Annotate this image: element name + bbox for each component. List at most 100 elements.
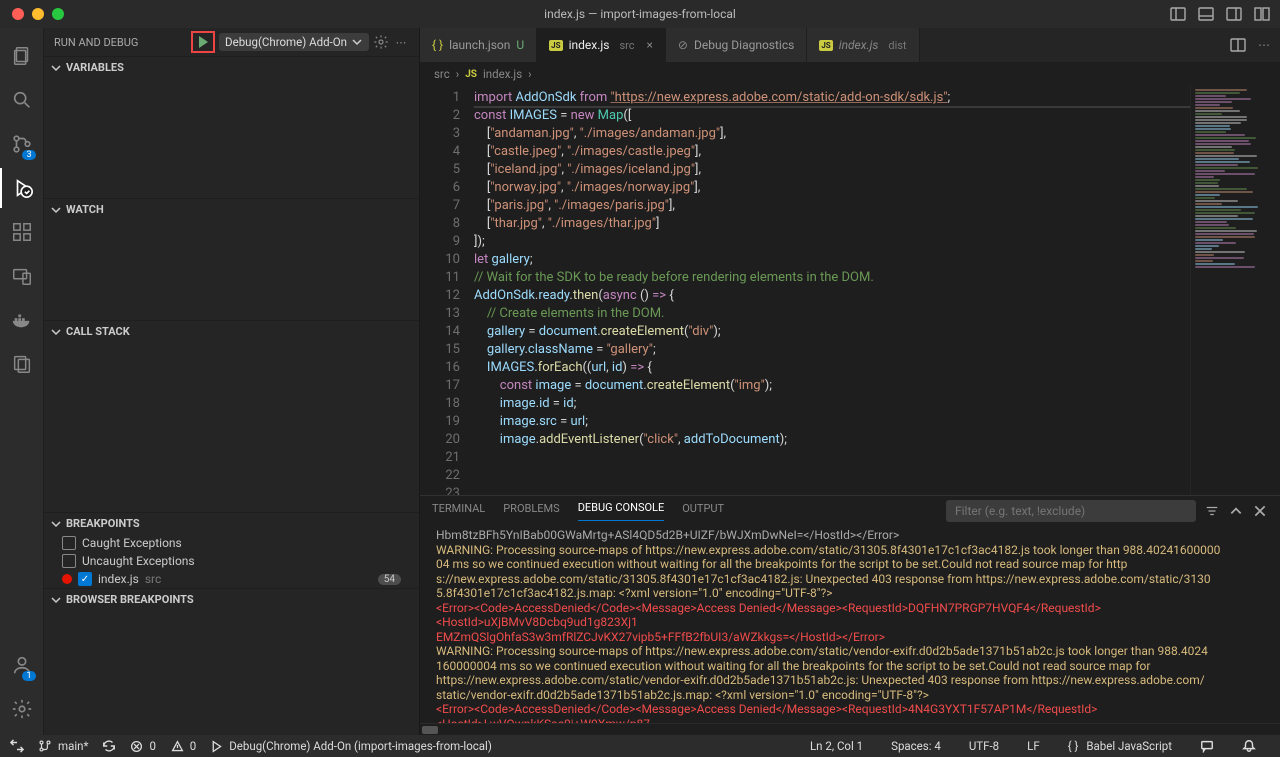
status-eol[interactable]: LF	[1027, 739, 1040, 753]
tab-problems[interactable]: PROBLEMS	[503, 502, 559, 521]
callstack-section[interactable]: CALL STACK	[44, 320, 419, 342]
debug-config-select[interactable]: Debug(Chrome) Add-On	[219, 33, 369, 51]
code-editor[interactable]: 123456789101112131415161718192021222324 …	[420, 85, 1280, 495]
ellipsis-icon[interactable]: ⋯	[393, 34, 409, 50]
status-debug-config[interactable]: Debug(Chrome) Add-On (import-images-from…	[210, 739, 492, 753]
title-bar-actions	[1170, 6, 1270, 22]
maximize-window-icon[interactable]	[52, 8, 64, 20]
checkbox-icon[interactable]: ✓	[78, 572, 92, 586]
status-feedback-icon[interactable]	[1200, 739, 1214, 753]
run-debug-sidebar: RUN AND DEBUG Debug(Chrome) Add-On ⋯ VAR…	[44, 28, 420, 735]
account-badge: 1	[22, 671, 35, 681]
checkbox-icon[interactable]	[62, 554, 76, 568]
status-branch[interactable]: main*	[38, 739, 88, 753]
section-label: BREAKPOINTS	[66, 517, 140, 530]
status-bell-icon[interactable]	[1242, 739, 1256, 753]
activity-bar: 3 1	[0, 28, 44, 735]
minimap[interactable]	[1190, 85, 1280, 495]
split-editor-icon[interactable]	[1230, 37, 1246, 53]
devices-icon[interactable]	[0, 256, 44, 296]
crumb-item[interactable]: src	[434, 67, 450, 81]
panel-left-icon[interactable]	[1170, 6, 1186, 22]
tab-terminal[interactable]: TERMINAL	[432, 502, 485, 521]
filter-settings-icon[interactable]	[1204, 503, 1220, 519]
status-problems[interactable]: 0 0	[130, 739, 196, 753]
status-bar: main* 0 0 Debug(Chrome) Add-On (import-i…	[0, 735, 1280, 757]
uncaught-exceptions-row[interactable]: Uncaught Exceptions	[44, 552, 419, 570]
breakpoint-label: Uncaught Exceptions	[82, 554, 195, 568]
warning-count: 0	[190, 739, 196, 753]
docker-icon[interactable]	[0, 300, 44, 340]
sidebar-header: RUN AND DEBUG Debug(Chrome) Add-On ⋯	[44, 28, 419, 56]
chevron-down-icon	[50, 518, 62, 530]
account-icon[interactable]: 1	[0, 645, 44, 685]
scm-badge: 3	[22, 150, 35, 160]
js-file-icon: JS	[465, 69, 477, 80]
debug-console-output[interactable]: Hbm8tzBFh5YnIBab00GWaMrtg+ASl4QD5d2B+UIZ…	[420, 526, 1280, 723]
breadcrumb[interactable]: src› JS index.js›	[420, 63, 1280, 85]
browser-breakpoints-section[interactable]: BROWSER BREAKPOINTS	[44, 588, 419, 610]
ellipsis-icon[interactable]: ⋯	[1256, 37, 1272, 53]
close-window-icon[interactable]	[12, 8, 24, 20]
section-label: VARIABLES	[66, 61, 124, 74]
extensions-icon[interactable]	[0, 212, 44, 252]
status-cursor-pos[interactable]: Ln 2, Col 1	[810, 739, 863, 753]
section-label: BROWSER BREAKPOINTS	[66, 593, 194, 606]
chevron-down-icon	[50, 204, 62, 216]
status-language[interactable]: { }Babel JavaScript	[1068, 739, 1172, 753]
caught-exceptions-row[interactable]: Caught Exceptions	[44, 534, 419, 552]
debug-config-name: Debug(Chrome) Add-On	[225, 35, 347, 49]
layout-customize-icon[interactable]	[1254, 6, 1270, 22]
checkbox-icon[interactable]	[62, 536, 76, 550]
tab-debug-console[interactable]: DEBUG CONSOLE	[578, 501, 665, 521]
panel-bottom-icon[interactable]	[1198, 6, 1214, 22]
close-panel-icon[interactable]	[1252, 503, 1268, 519]
chevron-up-icon[interactable]	[1228, 503, 1244, 519]
breakpoint-label: index.js	[98, 572, 139, 586]
section-label: WATCH	[66, 203, 104, 216]
chevron-down-icon	[50, 326, 62, 338]
breakpoints-section[interactable]: BREAKPOINTS	[44, 512, 419, 534]
status-remote-icon[interactable]	[10, 739, 24, 753]
window-title: index.js — import-images-from-local	[544, 7, 736, 21]
breakpoint-label: Caught Exceptions	[82, 536, 182, 550]
tab-output[interactable]: OUTPUT	[682, 502, 724, 521]
sidebar-title: RUN AND DEBUG	[54, 36, 138, 49]
bottom-panel: TERMINAL PROBLEMS DEBUG CONSOLE OUTPUT H…	[420, 495, 1280, 735]
status-encoding[interactable]: UTF-8	[969, 739, 999, 753]
horizontal-scrollbar[interactable]	[420, 723, 1280, 735]
editor-tab[interactable]: JSindex.jsdist	[807, 28, 919, 62]
projects-icon[interactable]	[0, 344, 44, 384]
crumb-item[interactable]: index.js	[483, 67, 522, 81]
panel-right-icon[interactable]	[1226, 6, 1242, 22]
breakpoint-dir: src	[145, 572, 161, 586]
chevron-down-icon	[351, 36, 363, 48]
status-sync[interactable]	[102, 739, 116, 753]
section-label: CALL STACK	[66, 325, 130, 338]
run-config-label: Debug(Chrome) Add-On (import-images-from…	[229, 739, 492, 753]
branch-label: main*	[58, 739, 88, 753]
start-debug-button[interactable]	[191, 31, 215, 53]
breakpoint-dot-icon	[62, 574, 72, 584]
breakpoint-file-row[interactable]: ✓ index.js src 54	[44, 570, 419, 588]
debug-settings-gear-icon[interactable]	[373, 34, 389, 50]
traffic-lights	[0, 8, 64, 20]
error-count: 0	[149, 739, 155, 753]
search-icon[interactable]	[0, 80, 44, 120]
variables-section[interactable]: VARIABLES	[44, 56, 419, 78]
editor-tab[interactable]: JSindex.jssrc×	[537, 28, 666, 62]
chevron-down-icon	[50, 594, 62, 606]
status-indent[interactable]: Spaces: 4	[891, 739, 941, 753]
source-control-icon[interactable]: 3	[0, 124, 44, 164]
minimize-window-icon[interactable]	[32, 8, 44, 20]
language-label: Babel JavaScript	[1086, 739, 1172, 753]
explorer-icon[interactable]	[0, 36, 44, 76]
console-filter-input[interactable]	[946, 500, 1196, 522]
watch-section[interactable]: WATCH	[44, 198, 419, 220]
editor-tab[interactable]: ⊘Debug Diagnostics	[666, 28, 807, 62]
run-debug-icon[interactable]	[0, 168, 44, 208]
editor-tab[interactable]: { }launch.json U	[420, 28, 537, 62]
settings-gear-icon[interactable]	[0, 689, 44, 729]
chevron-down-icon	[50, 62, 62, 74]
breakpoint-count: 54	[378, 574, 401, 585]
